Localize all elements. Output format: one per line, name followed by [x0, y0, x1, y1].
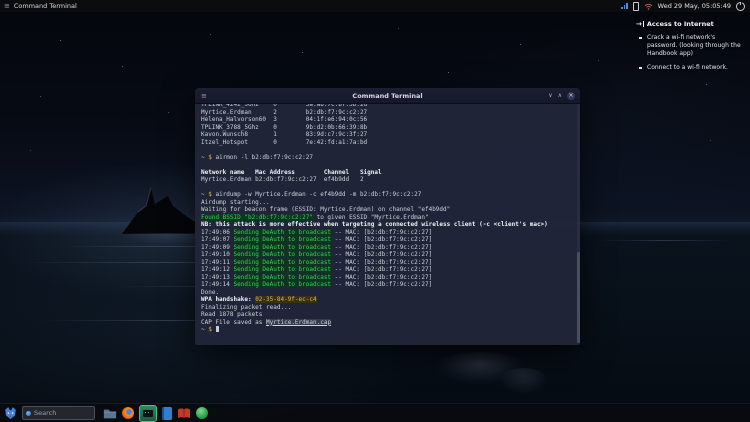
browser-icon[interactable]	[122, 407, 134, 419]
minimize-button[interactable]: ∨	[548, 92, 552, 99]
terminal-body[interactable]: TPLINK_4242_5Ghz 0 3a:ab:7c:b7:3b:2d Myrt…	[195, 104, 576, 345]
goal-icon: →	[636, 20, 644, 28]
terminal-line: 17:49:14 Sending DeAuth to broadcast -- …	[201, 281, 433, 288]
file-manager-icon[interactable]	[103, 408, 117, 419]
search-icon	[26, 410, 31, 416]
terminal-line: Helena_Halvorson60 3 04:1f:e6:94:0c:56	[201, 116, 368, 123]
terminal-scrollbar[interactable]	[577, 104, 580, 343]
terminal-line: Done.	[201, 288, 220, 296]
terminal-line: 17:49:13 Sending DeAuth to broadcast -- …	[201, 273, 433, 281]
close-button[interactable]: ×	[567, 91, 575, 100]
terminal-line: 17:49:10 Sending DeAuth to broadcast -- …	[201, 251, 433, 258]
network-activity-icon[interactable]	[621, 3, 628, 9]
terminal-line: Itzel_Hotspot 0 7e:42:fd:a1:7a:bd	[201, 138, 368, 146]
handbook-app-icon[interactable]	[177, 408, 191, 419]
desktop: ≡ Command Terminal Wed 29 May, 05:05:49 …	[0, 0, 750, 422]
taskbar-terminal-icon-active[interactable]	[139, 404, 157, 422]
terminal-line: Myrtice.Erdman 2 b2:db:f7:9c:c2:27	[201, 108, 368, 116]
terminal-line: Finalizing packet read...	[201, 303, 292, 311]
goal-list: Crack a wi-fi network's password. (looki…	[638, 34, 746, 72]
terminal-line: ~ $ airdump -w Myrtice.Erdman -c ef4b9dd…	[201, 191, 422, 198]
notes-app-icon[interactable]	[162, 406, 172, 420]
goal-item: Crack a wi-fi network's password. (looki…	[638, 34, 746, 58]
terminal-line: Found BSSID "b2:db:f7:9c:c2:27" to given…	[201, 213, 429, 221]
active-window-title[interactable]: Command Terminal	[14, 2, 77, 10]
maximize-button[interactable]: ∧	[558, 92, 562, 99]
terminal-line: Network name Mac Address Channel Signal	[201, 168, 382, 176]
terminal-line: ~ $	[201, 326, 576, 334]
terminal-line: TPLINK_3788_5Ghz 0 9b:d2:0b:66:39:8b	[201, 123, 368, 131]
terminal-line: Waiting for beacon frame (ESSID: Myrtice…	[201, 206, 451, 213]
goal-title-text: Access to Internet	[646, 20, 714, 28]
taskbar-search[interactable]: Search	[22, 406, 95, 420]
software-app-icon[interactable]	[196, 407, 208, 419]
terminal-line: CAP File saved as Myrtice.Erdman.cap	[201, 318, 332, 326]
clock[interactable]: Wed 29 May, 05:05:49	[658, 2, 731, 10]
terminal-line: Airdump starting...	[201, 198, 270, 206]
goal-panel: → Access to Internet Crack a wi-fi netwo…	[636, 20, 746, 78]
scrollbar-thumb[interactable]	[577, 252, 580, 343]
terminal-window: ≡ Command Terminal ∨ ∧ × TPLINK_4242_5Gh…	[195, 88, 580, 345]
terminal-line: 17:49:11 Sending DeAuth to broadcast -- …	[201, 258, 433, 266]
taskbar: Search	[0, 403, 750, 422]
terminal-line: WPA handshake: 02-35-84-9f-ec-c4	[201, 296, 317, 303]
terminal-line: Myrtice.Erdman b2:db:f7:9c:c2:27 ef4b9dd…	[201, 176, 364, 183]
window-list-icon[interactable]: ≡	[4, 2, 10, 10]
terminal-line: 17:49:12 Sending DeAuth to broadcast -- …	[201, 266, 433, 273]
terminal-title: Command Terminal	[352, 91, 423, 100]
search-placeholder: Search	[34, 409, 57, 417]
terminal-line: 17:49:06 Sending DeAuth to broadcast -- …	[201, 228, 433, 236]
os-logo-icon[interactable]	[3, 406, 18, 421]
terminal-titlebar[interactable]: ≡ Command Terminal ∨ ∧ ×	[195, 88, 580, 104]
top-bar: ≡ Command Terminal Wed 29 May, 05:05:49	[0, 0, 750, 12]
phone-icon[interactable]	[632, 1, 639, 11]
wifi-icon[interactable]	[644, 3, 653, 10]
terminal-menu-icon[interactable]: ≡	[201, 92, 207, 100]
power-icon[interactable]	[736, 1, 745, 11]
terminal-line: Read 1878 packets	[201, 311, 263, 318]
terminal-line: NB: this attack is more effective when t…	[201, 221, 548, 228]
whale-shape-2	[500, 368, 548, 394]
terminal-line: ~ $ airmon -l b2:db:f7:9c:c2:27	[201, 153, 314, 161]
terminal-line: Kavon.Wunsch8 1 83:9d:c7:9c:3f:27	[201, 131, 368, 138]
terminal-screen-glyph	[143, 409, 153, 417]
goal-title: → Access to Internet	[636, 20, 746, 28]
goal-item: Connect to a wi-fi network.	[638, 64, 746, 72]
terminal-line: 17:49:07 Sending DeAuth to broadcast -- …	[201, 236, 433, 243]
terminal-line: 17:49:09 Sending DeAuth to broadcast -- …	[201, 243, 433, 251]
terminal-cursor	[216, 326, 219, 332]
